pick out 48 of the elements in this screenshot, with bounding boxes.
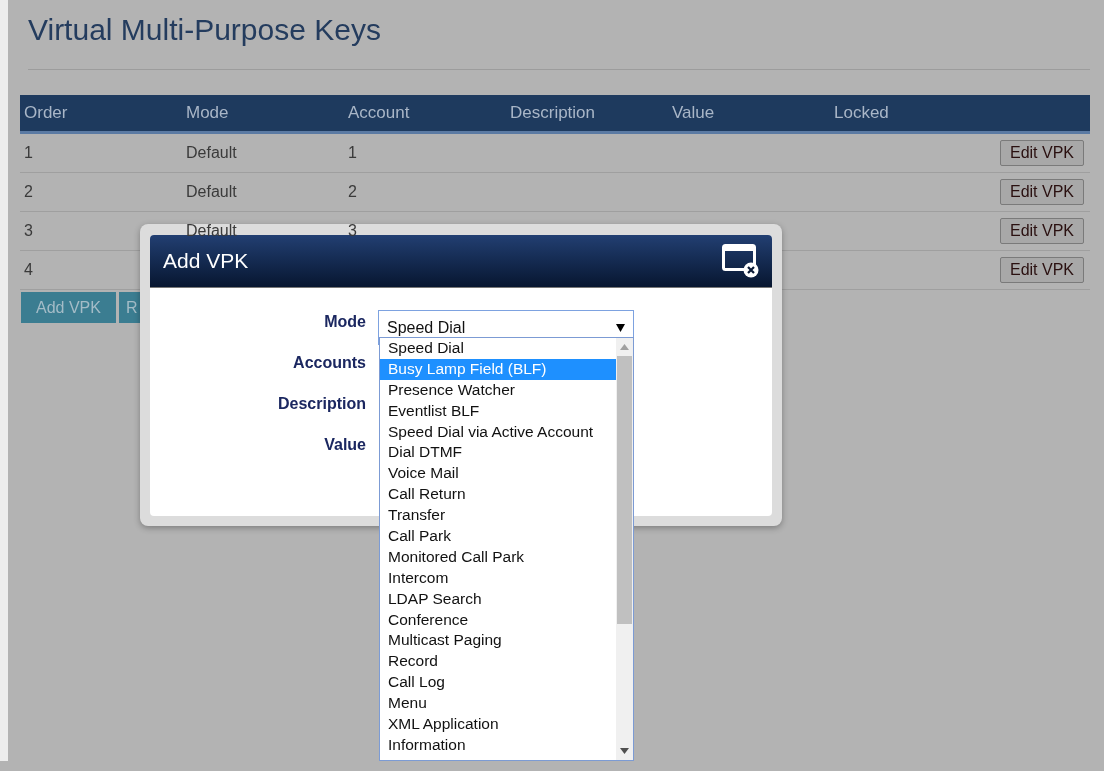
edit-button[interactable]: Edit VPK: [999, 179, 1084, 205]
dropdown-option[interactable]: Monitored Call Park: [380, 546, 616, 568]
dropdown-option[interactable]: Record: [380, 651, 616, 673]
edit-button[interactable]: Edit VPK: [999, 140, 1084, 166]
table-cell-text: 1: [347, 144, 358, 162]
scrollbar[interactable]: [616, 338, 633, 760]
page-title: Virtual Multi-Purpose Keys: [28, 13, 382, 48]
column-header: Locked: [833, 103, 890, 123]
dialog-title: Add VPK: [163, 249, 249, 273]
column-header: Order: [23, 103, 69, 123]
scroll-down-icon[interactable]: [620, 748, 629, 754]
dropdown-option[interactable]: Dial DTMF: [380, 442, 616, 464]
dropdown-option[interactable]: Presence Watcher: [380, 379, 616, 401]
column-header: Description: [509, 103, 597, 123]
dropdown-option[interactable]: Conference: [380, 609, 616, 631]
dropdown-option[interactable]: Call Park: [380, 526, 616, 547]
table-cell-text: 1: [23, 144, 34, 162]
field-label: Value: [323, 435, 366, 454]
column-header: Mode: [185, 103, 230, 123]
table-cell-text: 2: [347, 183, 358, 201]
edit-button[interactable]: Edit VPK: [999, 257, 1084, 283]
dropdown-option[interactable]: Call Log: [380, 672, 616, 694]
field-label: Description: [277, 394, 366, 413]
dropdown-option[interactable]: XML Application: [380, 714, 616, 735]
table-cell-text: 3: [347, 222, 358, 240]
field-label: Accounts: [292, 353, 366, 372]
dropdown-option[interactable]: Call Return: [380, 484, 616, 506]
dropdown-option[interactable]: Menu: [380, 693, 616, 715]
dropdown-option[interactable]: Transfer: [380, 505, 616, 526]
dropdown-option[interactable]: LDAP Search: [380, 588, 616, 610]
table-cell-text: Default: [185, 144, 238, 162]
edit-button[interactable]: Edit VPK: [999, 218, 1084, 244]
column-header: Value: [671, 103, 716, 123]
dropdown-option[interactable]: Multicast Paging: [380, 630, 616, 652]
field-label: Mode: [323, 312, 366, 331]
table-cell-text: 4: [23, 261, 34, 279]
close-icon[interactable]: [722, 244, 760, 278]
table-cell-text: 3: [23, 222, 34, 240]
dropdown-option[interactable]: Information: [380, 734, 616, 756]
table-cell-text: 2: [23, 183, 34, 201]
table-cell-text: Default: [185, 222, 238, 240]
dropdown-option[interactable]: Eventlist BLF: [380, 400, 616, 422]
dropdown-option[interactable]: Voice Mail: [380, 463, 616, 485]
dropdown-option[interactable]: Intercom: [380, 567, 616, 589]
dropdown-option[interactable]: Speed Dial via Active Account: [380, 421, 616, 443]
column-header: Account: [347, 103, 411, 123]
table-cell-text: Default: [185, 183, 238, 201]
caret-icon: [616, 323, 625, 332]
